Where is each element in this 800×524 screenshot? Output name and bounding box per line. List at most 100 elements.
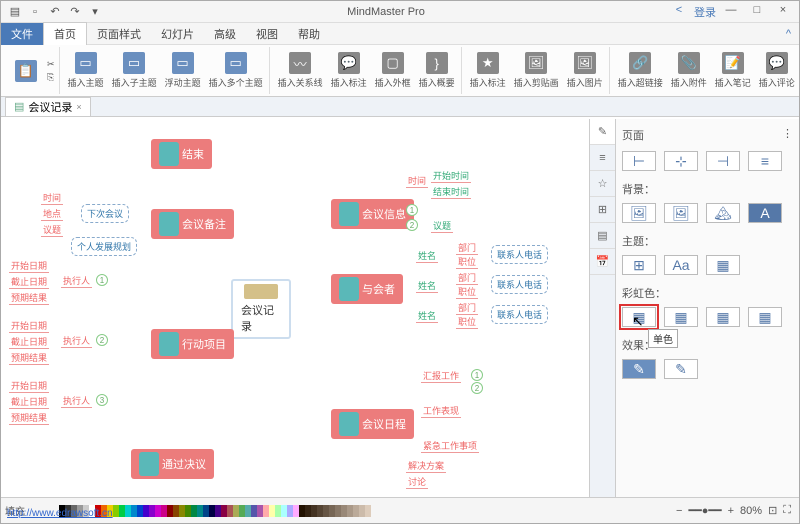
callout-button[interactable]: 💬插入标注 bbox=[329, 50, 369, 91]
zoom-out-icon[interactable]: − bbox=[676, 505, 682, 517]
comment-button[interactable]: 💬插入评论 bbox=[757, 50, 797, 91]
cut-icon[interactable]: ✂ bbox=[47, 59, 55, 70]
document-tab[interactable]: ▤ 会议记录 × bbox=[5, 97, 91, 117]
leaf-rtime[interactable]: 时间 bbox=[406, 174, 428, 188]
bg-1[interactable]: 🖼 bbox=[622, 203, 656, 223]
qat-undo-icon[interactable]: ↶ bbox=[47, 4, 63, 20]
collapse-ribbon-icon[interactable]: ^ bbox=[786, 28, 791, 40]
file-menu[interactable]: 文件 bbox=[1, 23, 43, 45]
leaf-starttime[interactable]: 开始时间 bbox=[431, 169, 471, 183]
leaf-discuss[interactable]: 讨论 bbox=[406, 475, 428, 489]
side-menu-icon[interactable]: ⋮ bbox=[782, 127, 793, 143]
maximize-button[interactable]: □ bbox=[745, 4, 769, 20]
theme-1[interactable]: ⊞ bbox=[622, 255, 656, 275]
floating-topic-button[interactable]: ▭浮动主题 bbox=[163, 50, 203, 91]
leaf-dept2[interactable]: 部门 bbox=[456, 271, 478, 285]
rainbow-4[interactable]: ▦ bbox=[748, 307, 782, 327]
leaf-end2[interactable]: 截止日期 bbox=[9, 335, 49, 349]
bg-2[interactable]: 🖼 bbox=[664, 203, 698, 223]
node-memo[interactable]: 会议备注 bbox=[151, 209, 234, 239]
leaf-perf[interactable]: 工作表现 bbox=[421, 404, 461, 418]
leaf-name2[interactable]: 姓名 bbox=[416, 279, 438, 293]
rainbow-2[interactable]: ▦ bbox=[664, 307, 698, 327]
leaf-result2[interactable]: 预期结果 bbox=[9, 351, 49, 365]
insert-topic-button[interactable]: ▭插入主题 bbox=[66, 50, 106, 91]
leaf-rtopic[interactable]: 议题 bbox=[431, 219, 453, 233]
leaf-end1[interactable]: 截止日期 bbox=[9, 275, 49, 289]
effect-2[interactable]: ✎ bbox=[664, 359, 698, 379]
leaf-solution[interactable]: 解决方案 bbox=[406, 459, 446, 473]
theme-3[interactable]: ▦ bbox=[706, 255, 740, 275]
close-tab-icon[interactable]: × bbox=[76, 102, 81, 112]
tab-page-style[interactable]: 页面样式 bbox=[87, 23, 151, 45]
tab-help[interactable]: 帮助 bbox=[288, 23, 330, 45]
close-button[interactable]: × bbox=[771, 4, 795, 20]
sidetab-page[interactable]: ✎ bbox=[590, 119, 615, 145]
theme-2[interactable]: Aa bbox=[664, 255, 698, 275]
leaf-pos2[interactable]: 职位 bbox=[456, 285, 478, 299]
leaf-contact1[interactable]: 联系人电话 bbox=[491, 245, 548, 264]
leaf-report[interactable]: 汇报工作 bbox=[421, 369, 461, 383]
node-resolution[interactable]: 通过决议 bbox=[131, 449, 214, 479]
leaf-next[interactable]: 下次会议 bbox=[81, 204, 129, 223]
leaf-result3[interactable]: 预期结果 bbox=[9, 411, 49, 425]
leaf-topic[interactable]: 议题 bbox=[41, 223, 63, 237]
layout-4[interactable]: ≡ bbox=[748, 151, 782, 171]
tab-advanced[interactable]: 高级 bbox=[204, 23, 246, 45]
leaf-plan[interactable]: 个人发展规划 bbox=[71, 237, 137, 256]
leaf-urgent[interactable]: 紧急工作事项 bbox=[421, 439, 479, 453]
sidetab-clipart[interactable]: ▤ bbox=[590, 223, 615, 249]
leaf-result1[interactable]: 预期结果 bbox=[9, 291, 49, 305]
insert-subtopic-button[interactable]: ▭插入子主题 bbox=[110, 50, 159, 91]
sidetab-style[interactable]: ☆ bbox=[590, 171, 615, 197]
tab-view[interactable]: 视图 bbox=[246, 23, 288, 45]
hyperlink-button[interactable]: 🔗插入超链接 bbox=[616, 50, 665, 91]
layout-2[interactable]: ⊹ bbox=[664, 151, 698, 171]
node-attendee[interactable]: 与会者 bbox=[331, 274, 403, 304]
mark-button[interactable]: ★插入标注 bbox=[468, 50, 508, 91]
leaf-pos3[interactable]: 职位 bbox=[456, 315, 478, 329]
boundary-button[interactable]: ▢插入外框 bbox=[373, 50, 413, 91]
sidetab-history[interactable]: 📅 bbox=[590, 249, 615, 275]
share-icon[interactable]: < bbox=[667, 4, 691, 20]
leaf-time[interactable]: 时间 bbox=[41, 191, 63, 205]
bg-3[interactable]: 🏔 bbox=[706, 203, 740, 223]
bg-4[interactable]: A bbox=[748, 203, 782, 223]
minimize-button[interactable]: — bbox=[719, 4, 743, 20]
sidetab-outline[interactable]: ≡ bbox=[590, 145, 615, 171]
leaf-dept3[interactable]: 部门 bbox=[456, 301, 478, 315]
node-root[interactable]: 会议记录 bbox=[231, 279, 291, 339]
paste-button[interactable]: 📋 bbox=[9, 58, 43, 84]
image-button[interactable]: 🖼插入图片 bbox=[565, 50, 605, 91]
login-link[interactable]: 登录 bbox=[693, 4, 717, 20]
leaf-place[interactable]: 地点 bbox=[41, 207, 63, 221]
qat-save-icon[interactable]: ▫ bbox=[27, 4, 43, 20]
node-end[interactable]: 结束 bbox=[151, 139, 212, 169]
leaf-pos1[interactable]: 职位 bbox=[456, 255, 478, 269]
leaf-exec2[interactable]: 执行人 bbox=[61, 334, 92, 348]
attachment-button[interactable]: 📎插入附件 bbox=[669, 50, 709, 91]
tab-slideshow[interactable]: 幻灯片 bbox=[151, 23, 204, 45]
zoom-slider[interactable]: ━━●━━ bbox=[688, 504, 721, 517]
leaf-exec3[interactable]: 执行人 bbox=[61, 394, 92, 408]
qat-redo-icon[interactable]: ↷ bbox=[67, 4, 83, 20]
leaf-start1[interactable]: 开始日期 bbox=[9, 259, 49, 273]
leaf-contact2[interactable]: 联系人电话 bbox=[491, 275, 548, 294]
tab-home[interactable]: 首页 bbox=[43, 22, 87, 45]
copy-icon[interactable]: ⎘ bbox=[47, 72, 55, 83]
sidetab-icon[interactable]: ⊞ bbox=[590, 197, 615, 223]
effect-1[interactable]: ✎ bbox=[622, 359, 656, 379]
leaf-name1[interactable]: 姓名 bbox=[416, 249, 438, 263]
qat-new-icon[interactable]: ▤ bbox=[7, 4, 23, 20]
rainbow-3[interactable]: ▦ bbox=[706, 307, 740, 327]
fullscreen-icon[interactable]: ⛶ bbox=[783, 504, 791, 517]
leaf-end3[interactable]: 截止日期 bbox=[9, 395, 49, 409]
qat-dropdown-icon[interactable]: ▾ bbox=[87, 4, 103, 20]
insert-multiple-button[interactable]: ▭插入多个主题 bbox=[207, 50, 265, 91]
node-action[interactable]: 行动项目 bbox=[151, 329, 234, 359]
leaf-endtime[interactable]: 结束时间 bbox=[431, 185, 471, 199]
fit-icon[interactable]: ⊡ bbox=[768, 504, 777, 517]
footer-url[interactable]: http://www.edrawsoft.cn bbox=[7, 508, 113, 519]
zoom-in-icon[interactable]: + bbox=[728, 505, 734, 517]
canvas[interactable]: 会议记录 结束 会议备注 行动项目 通过决议 会议信息 与会者 会议日程 时间 … bbox=[1, 119, 589, 497]
